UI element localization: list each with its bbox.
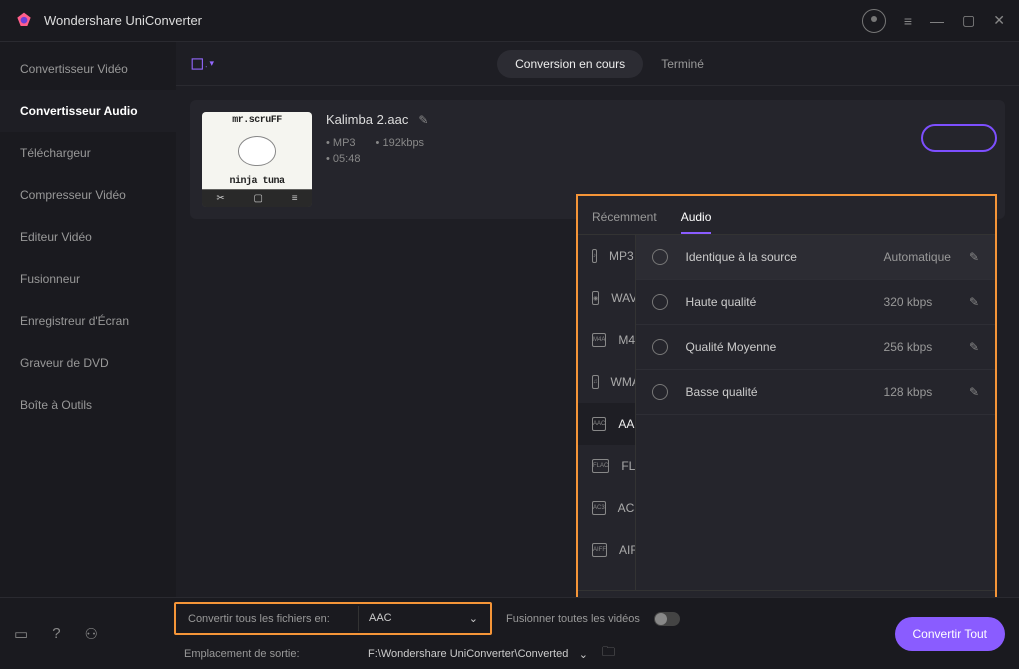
album-art-text-bottom: ninja tuna bbox=[229, 176, 284, 187]
radio-icon bbox=[652, 339, 668, 355]
titlebar: Wondershare UniConverter ≡ ― ▢ ✕ bbox=[0, 0, 1019, 42]
sidebar: Convertisseur Vidéo Convertisseur Audio … bbox=[0, 42, 176, 597]
format-label: MP3 bbox=[609, 249, 634, 263]
quality-row-high[interactable]: Haute qualité 320 kbps ✎ bbox=[636, 280, 995, 325]
minimize-icon[interactable]: ― bbox=[930, 13, 944, 29]
book-icon[interactable]: ▭ bbox=[14, 625, 28, 643]
m4a-badge-icon: M4A bbox=[592, 333, 606, 347]
format-popup: Récemment Audio ♪ MP3 ◉ WAV M4A M4A ♫ WMA AA… bbox=[576, 194, 997, 634]
flac-badge-icon: FLAC bbox=[592, 459, 609, 473]
merge-label: Fusionner toutes les vidéos bbox=[506, 613, 640, 625]
sidebar-item-audio-converter[interactable]: Convertisseur Audio bbox=[0, 90, 176, 132]
audio-file-icon: ♫ bbox=[592, 375, 599, 389]
quality-rate: 256 kbps bbox=[884, 340, 951, 354]
convert-all-button[interactable]: Convertir Tout bbox=[895, 617, 1005, 651]
maximize-icon[interactable]: ▢ bbox=[962, 12, 975, 29]
quality-label: Qualité Moyenne bbox=[686, 340, 866, 354]
radio-icon bbox=[652, 294, 668, 310]
rename-icon[interactable]: ✎ bbox=[418, 113, 428, 127]
format-label: AAC bbox=[618, 417, 635, 431]
output-location-label: Emplacement de sortie: bbox=[174, 648, 354, 660]
format-item-aac[interactable]: AAC AAC bbox=[578, 403, 635, 445]
file-format: MP3 bbox=[326, 137, 356, 149]
crop-icon[interactable]: ▢ bbox=[254, 193, 263, 204]
menu-icon[interactable]: ≡ bbox=[904, 13, 912, 29]
sidebar-item-video-compressor[interactable]: Compresseur Vidéo bbox=[0, 174, 176, 216]
add-file-button[interactable]: + ▾ bbox=[190, 52, 214, 76]
file-thumbnail: mr.scruFF ninja tuna ✂ ▢ ≡ bbox=[202, 112, 312, 207]
main-panel: + ▾ Conversion en cours Terminé mr.scruF… bbox=[176, 42, 1019, 597]
format-label: WMA bbox=[611, 375, 636, 389]
quality-list: Identique à la source Automatique ✎ Haut… bbox=[636, 235, 995, 590]
tab-converting[interactable]: Conversion en cours bbox=[497, 50, 643, 78]
quality-row-medium[interactable]: Qualité Moyenne 256 kbps ✎ bbox=[636, 325, 995, 370]
format-item-flac[interactable]: FLAC FLAC bbox=[578, 445, 635, 487]
community-icon[interactable]: ⚇ bbox=[85, 625, 98, 643]
output-location-value: F:\Wondershare UniConverter\Converted bbox=[368, 648, 568, 661]
radio-icon bbox=[652, 384, 668, 400]
effects-icon[interactable]: ≡ bbox=[292, 193, 298, 204]
format-item-mp3[interactable]: ♪ MP3 bbox=[578, 235, 635, 277]
tab-done[interactable]: Terminé bbox=[643, 50, 722, 78]
sidebar-item-toolbox[interactable]: Boîte à Outils bbox=[0, 384, 176, 426]
open-folder-icon[interactable]: 🗀 bbox=[602, 643, 615, 665]
convert-all-value: AAC bbox=[369, 612, 392, 625]
convert-all-label: Convertir tous les fichiers en: bbox=[178, 607, 358, 631]
bottom-bar: ▭ ? ⚇ Convertir tous les fichiers en: AA… bbox=[0, 597, 1019, 669]
sidebar-item-screen-recorder[interactable]: Enregistreur d'Écran bbox=[0, 300, 176, 342]
popup-tab-audio[interactable]: Audio bbox=[681, 204, 712, 234]
format-list: ♪ MP3 ◉ WAV M4A M4A ♫ WMA AAC AAC FLAC FLAC AC… bbox=[578, 235, 636, 590]
app-title: Wondershare UniConverter bbox=[44, 13, 862, 28]
quality-label: Basse qualité bbox=[686, 385, 866, 399]
file-bitrate: 192kbps bbox=[376, 137, 425, 149]
account-icon[interactable] bbox=[862, 9, 886, 33]
close-icon[interactable]: ✕ bbox=[993, 12, 1005, 29]
svg-text:+: + bbox=[205, 61, 207, 71]
format-item-m4a[interactable]: M4A M4A bbox=[578, 319, 635, 361]
album-art-text-top: mr.scruFF bbox=[232, 115, 282, 126]
sidebar-item-video-converter[interactable]: Convertisseur Vidéo bbox=[0, 48, 176, 90]
chevron-down-icon[interactable]: ⌄ bbox=[579, 648, 588, 661]
sidebar-item-video-editor[interactable]: Editeur Vidéo bbox=[0, 216, 176, 258]
ac3-badge-icon: AC3 bbox=[592, 501, 606, 515]
edit-preset-icon[interactable]: ✎ bbox=[969, 250, 979, 264]
trim-icon[interactable]: ✂ bbox=[216, 193, 224, 204]
format-label: AC3 bbox=[618, 501, 636, 515]
convert-all-format-selector[interactable]: Convertir tous les fichiers en: AAC ⌄ bbox=[174, 602, 492, 635]
format-label: AIFF bbox=[619, 543, 636, 557]
quality-label: Identique à la source bbox=[686, 250, 866, 264]
format-item-wma[interactable]: ♫ WMA bbox=[578, 361, 635, 403]
quality-label: Haute qualité bbox=[686, 295, 866, 309]
edit-preset-icon[interactable]: ✎ bbox=[969, 385, 979, 399]
popup-tab-recent[interactable]: Récemment bbox=[592, 204, 657, 234]
edit-preset-icon[interactable]: ✎ bbox=[969, 295, 979, 309]
merge-toggle[interactable] bbox=[654, 612, 680, 626]
format-label: WAV bbox=[611, 291, 635, 305]
disc-icon: ◉ bbox=[592, 291, 599, 305]
quality-row-source[interactable]: Identique à la source Automatique ✎ bbox=[636, 235, 995, 280]
quality-rate: Automatique bbox=[884, 250, 951, 264]
file-name: Kalimba 2.aac bbox=[326, 112, 408, 127]
quality-rate: 128 kbps bbox=[884, 385, 951, 399]
quality-rate: 320 kbps bbox=[884, 295, 951, 309]
file-duration: 05:48 bbox=[326, 153, 360, 165]
format-item-wav[interactable]: ◉ WAV bbox=[578, 277, 635, 319]
app-logo-icon bbox=[14, 11, 34, 31]
convert-item-button[interactable] bbox=[921, 124, 997, 152]
chevron-down-icon: ⌄ bbox=[469, 612, 478, 625]
help-icon[interactable]: ? bbox=[52, 625, 60, 642]
aiff-badge-icon: AIFF bbox=[592, 543, 607, 557]
sidebar-item-dvd-burner[interactable]: Graveur de DVD bbox=[0, 342, 176, 384]
aac-badge-icon: AAC bbox=[592, 417, 606, 431]
format-item-aiff[interactable]: AIFF AIFF bbox=[578, 529, 635, 571]
music-note-icon: ♪ bbox=[592, 249, 597, 263]
quality-row-low[interactable]: Basse qualité 128 kbps ✎ bbox=[636, 370, 995, 415]
edit-preset-icon[interactable]: ✎ bbox=[969, 340, 979, 354]
format-label: M4A bbox=[618, 333, 635, 347]
format-item-ac3[interactable]: AC3 AC3 bbox=[578, 487, 635, 529]
format-label: FLAC bbox=[621, 459, 635, 473]
sidebar-item-downloader[interactable]: Téléchargeur bbox=[0, 132, 176, 174]
radio-icon bbox=[652, 249, 668, 265]
sidebar-item-merger[interactable]: Fusionneur bbox=[0, 258, 176, 300]
